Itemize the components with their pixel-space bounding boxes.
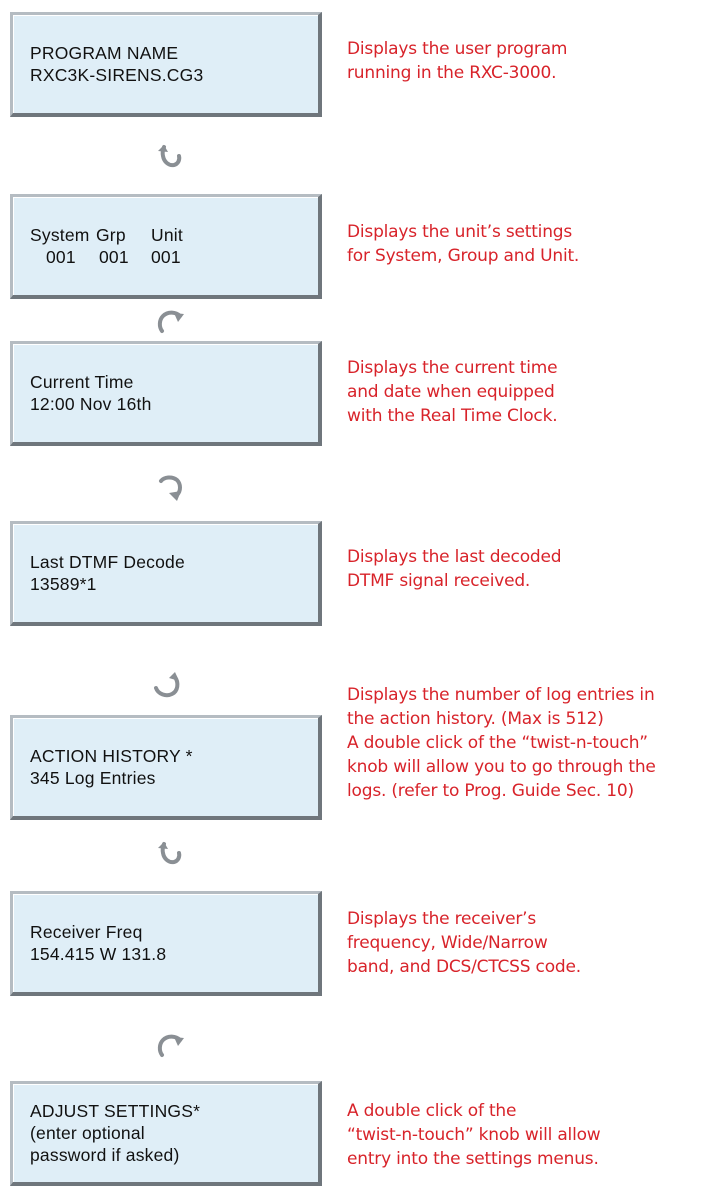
rotate-counterclockwise-icon (154, 143, 184, 173)
description-line: the action history. (Max is 512) (347, 709, 604, 729)
description-system-group-unit: Displays the unit’s settings for System,… (347, 220, 717, 268)
unit-label: Unit (151, 225, 183, 245)
rotate-clockwise-icon (156, 308, 186, 338)
lcd-line: Last DTMF Decode (30, 552, 185, 572)
description-line: for System, Group and Unit. (347, 246, 580, 266)
lcd-screen-adjust-settings: ADJUST SETTINGS* (enter optional passwor… (10, 1081, 322, 1186)
group-value: 001 (99, 247, 129, 267)
description-last-dtmf: Displays the last decoded DTMF signal re… (347, 545, 717, 593)
lcd-line: RXC3K-SIRENS.CG3 (30, 65, 204, 85)
description-line: frequency, Wide/Narrow (347, 933, 548, 953)
lcd-line: ACTION HISTORY * (30, 746, 193, 766)
lcd-line: (enter optional (30, 1123, 145, 1143)
description-line: logs. (refer to Prog. Guide Sec. 10) (347, 781, 634, 801)
lcd-screen-current-time: Current Time 12:00 Nov 16th (10, 341, 322, 446)
description-line: Displays the user program (347, 39, 568, 59)
lcd-line: 13589*1 (30, 574, 97, 594)
lcd-screen-receiver-freq: Receiver Freq 154.415 W 131.8 (10, 891, 322, 996)
lcd-screen-action-history: ACTION HISTORY * 345 Log Entries (10, 715, 322, 820)
description-line: Displays the last decoded (347, 547, 562, 567)
lcd-screen-system-group-unit: System Grp Unit 001 001 001 (10, 194, 322, 299)
rotate-counterclockwise-icon (154, 840, 184, 870)
description-line: Displays the current time (347, 358, 558, 378)
description-line: Displays the receiver’s (347, 909, 536, 929)
description-line: A double click of the (347, 1101, 517, 1121)
description-line: Displays the unit’s settings (347, 222, 573, 242)
rotate-clockwise-down-icon (155, 473, 185, 503)
description-program-name: Displays the user program running in the… (347, 37, 717, 85)
description-line: knob will allow you to go through the (347, 757, 656, 777)
system-value: 001 (46, 247, 76, 267)
rotate-clockwise-icon (156, 1032, 186, 1062)
description-action-history: Displays the number of log entries in th… (347, 683, 717, 803)
lcd-line: Receiver Freq (30, 922, 143, 942)
description-current-time: Displays the current time and date when … (347, 356, 717, 428)
description-line: and date when equipped (347, 382, 555, 402)
unit-value: 001 (151, 247, 181, 267)
lcd-line: 345 Log Entries (30, 768, 156, 788)
description-line: “twist-n-touch” knob will allow (347, 1125, 601, 1145)
lcd-line: ADJUST SETTINGS* (30, 1101, 201, 1121)
lcd-line: password if asked) (30, 1145, 180, 1165)
description-adjust-settings: A double click of the “twist-n-touch” kn… (347, 1099, 717, 1171)
lcd-line: PROGRAM NAME (30, 43, 179, 63)
lcd-line: 154.415 W 131.8 (30, 944, 167, 964)
description-line: band, and DCS/CTCSS code. (347, 957, 581, 977)
system-label: System (30, 225, 90, 245)
lcd-line: Current Time (30, 372, 134, 392)
lcd-screen-last-dtmf: Last DTMF Decode 13589*1 (10, 521, 322, 626)
lcd-screen-program-name: PROGRAM NAME RXC3K-SIRENS.CG3 (10, 12, 322, 117)
description-line: Displays the number of log entries in (347, 685, 655, 705)
description-line: entry into the settings menus. (347, 1149, 599, 1169)
description-line: A double click of the “twist-n-touch” (347, 733, 648, 753)
system-group-unit-grid: System Grp Unit 001 001 001 (30, 224, 318, 268)
description-line: DTMF signal received. (347, 571, 531, 591)
lcd-line: 12:00 Nov 16th (30, 394, 152, 414)
rotate-counterclockwise-down-icon (152, 670, 182, 700)
description-line: running in the RXC-3000. (347, 63, 557, 83)
group-label: Grp (96, 225, 126, 245)
description-line: with the Real Time Clock. (347, 406, 558, 426)
description-receiver-freq: Displays the receiver’s frequency, Wide/… (347, 907, 717, 979)
